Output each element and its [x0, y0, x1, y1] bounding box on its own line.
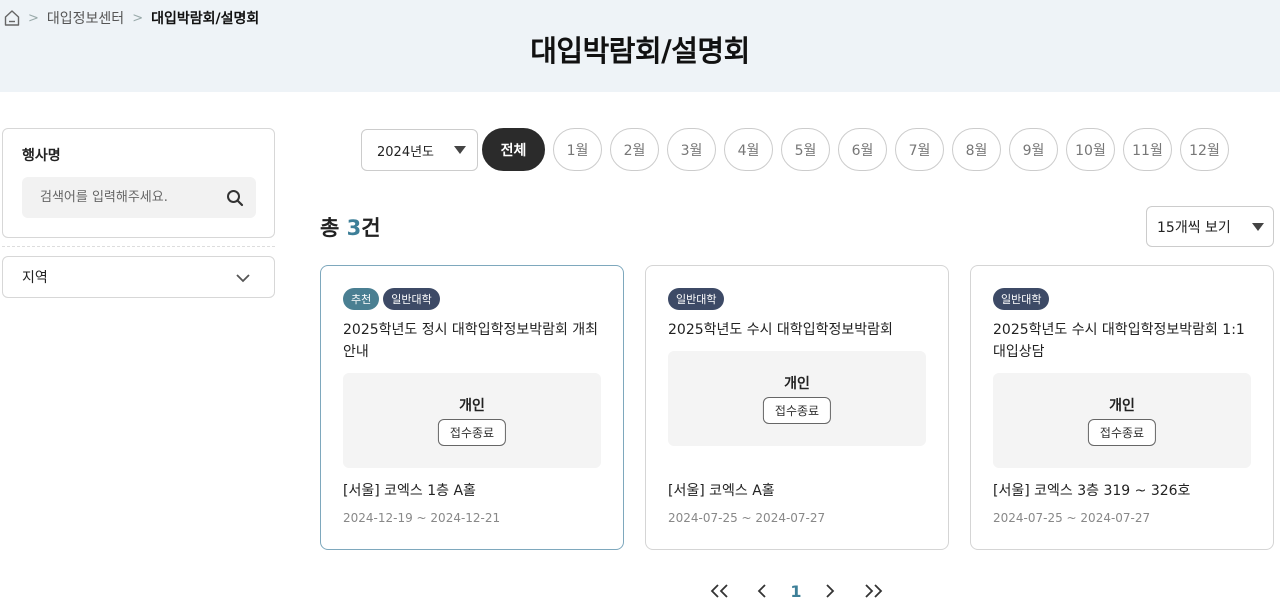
month-tab-1[interactable]: 1월 [553, 128, 602, 171]
month-tab-8[interactable]: 8월 [952, 128, 1001, 171]
event-name-label: 행사명 [22, 148, 61, 164]
status-box: 개인 접수종료 [993, 373, 1251, 468]
event-card[interactable]: 일반대학 2025학년도 수시 대학입학정보박람회 개인 접수종료 [서울] 코… [645, 265, 949, 550]
badge-group: 추천 일반대학 [343, 288, 444, 310]
month-tab-6[interactable]: 6월 [838, 128, 887, 171]
breadcrumb-item-center[interactable]: 대입정보센터 [47, 8, 124, 28]
badge-category: 일반대학 [668, 288, 725, 310]
double-chevron-left-icon [710, 584, 728, 598]
event-name-filter: 행사명 [2, 128, 275, 238]
total-number: 3 [346, 216, 362, 240]
breadcrumb-separator: > [132, 10, 144, 26]
chevron-left-icon [757, 584, 766, 598]
year-select[interactable]: 2024년도 [361, 129, 478, 171]
prev-page-button[interactable] [754, 578, 770, 604]
page-number-current[interactable]: 1 [786, 578, 806, 604]
total-suffix: 건 [361, 216, 381, 240]
total-count: 총 3건 [320, 212, 381, 242]
search-button[interactable] [224, 187, 246, 209]
per-page-select[interactable]: 15개씩 보기 [1146, 206, 1274, 247]
badge-category: 일반대학 [993, 288, 1050, 310]
month-tab-11[interactable]: 11월 [1123, 128, 1172, 171]
card-title: 2025학년도 수시 대학입학정보박람회 [668, 322, 893, 338]
participation-type: 개인 [1109, 398, 1135, 414]
first-page-button[interactable] [708, 578, 732, 604]
breadcrumb: > 대입정보센터 > 대입박람회/설명회 [4, 8, 259, 28]
status-badge: 접수종료 [437, 419, 507, 446]
pagination: 1 [0, 576, 1280, 606]
participation-type: 개인 [784, 376, 810, 392]
card-title: 2025학년도 정시 대학입학정보박람회 개최 안내 [343, 322, 599, 360]
card-location: [서울] 코엑스 3층 319 ~ 326호 [993, 483, 1191, 499]
card-location: [서울] 코엑스 1층 A홀 [343, 483, 476, 499]
month-tab-3[interactable]: 3월 [667, 128, 716, 171]
badge-group: 일반대학 [993, 288, 1053, 310]
status-badge: 접수종료 [1087, 419, 1157, 446]
total-prefix: 총 [320, 216, 347, 240]
card-dates: 2024-07-25 ~ 2024-07-27 [668, 511, 826, 525]
search-input[interactable] [22, 177, 218, 218]
card-dates: 2024-07-25 ~ 2024-07-27 [993, 511, 1151, 525]
region-label: 지역 [22, 270, 48, 286]
badge-category: 일반대학 [383, 288, 440, 310]
last-page-button[interactable] [861, 578, 885, 604]
chevron-down-icon [236, 274, 250, 283]
page-title: 대입박람회/설명회 [530, 34, 750, 68]
search-icon [227, 190, 244, 207]
next-page-button[interactable] [822, 578, 838, 604]
breadcrumb-separator: > [28, 10, 39, 26]
caret-down-icon [1252, 223, 1264, 231]
participation-type: 개인 [459, 398, 485, 414]
year-select-value: 2024년도 [377, 144, 435, 160]
month-tab-9[interactable]: 9월 [1009, 128, 1058, 171]
month-tab-12[interactable]: 12월 [1180, 128, 1229, 171]
month-tab-all[interactable]: 전체 [482, 128, 545, 171]
status-box: 개인 접수종료 [668, 351, 926, 446]
month-tabs: 전체 1월 2월 3월 4월 5월 6월 7월 8월 9월 10월 11월 12… [482, 128, 1237, 171]
card-title: 2025학년도 수시 대학입학정보박람회 1:1 대입상담 [993, 322, 1245, 360]
month-tab-2[interactable]: 2월 [610, 128, 659, 171]
card-dates: 2024-12-19 ~ 2024-12-21 [343, 511, 501, 525]
status-box: 개인 접수종료 [343, 373, 601, 468]
badge-group: 일반대학 [668, 288, 728, 310]
search-field [22, 177, 256, 218]
event-card[interactable]: 추천 일반대학 2025학년도 정시 대학입학정보박람회 개최 안내 개인 접수… [320, 265, 624, 550]
home-icon[interactable] [4, 9, 20, 27]
per-page-value: 15개씩 보기 [1157, 219, 1231, 236]
month-tab-4[interactable]: 4월 [724, 128, 773, 171]
filter-divider [2, 246, 275, 247]
event-card[interactable]: 일반대학 2025학년도 수시 대학입학정보박람회 1:1 대입상담 개인 접수… [970, 265, 1274, 550]
page-header: > 대입정보센터 > 대입박람회/설명회 대입박람회/설명회 [0, 0, 1280, 92]
breadcrumb-item-current: 대입박람회/설명회 [151, 11, 260, 27]
double-chevron-right-icon [865, 584, 883, 598]
month-tab-5[interactable]: 5월 [781, 128, 830, 171]
month-tab-7[interactable]: 7월 [895, 128, 944, 171]
badge-recommend: 추천 [343, 288, 380, 310]
month-tab-10[interactable]: 10월 [1066, 128, 1115, 171]
chevron-right-icon [826, 584, 835, 598]
caret-down-icon [454, 146, 466, 154]
status-badge: 접수종료 [762, 397, 832, 424]
card-location: [서울] 코엑스 A홀 [668, 483, 775, 499]
region-select[interactable]: 지역 [2, 256, 275, 298]
